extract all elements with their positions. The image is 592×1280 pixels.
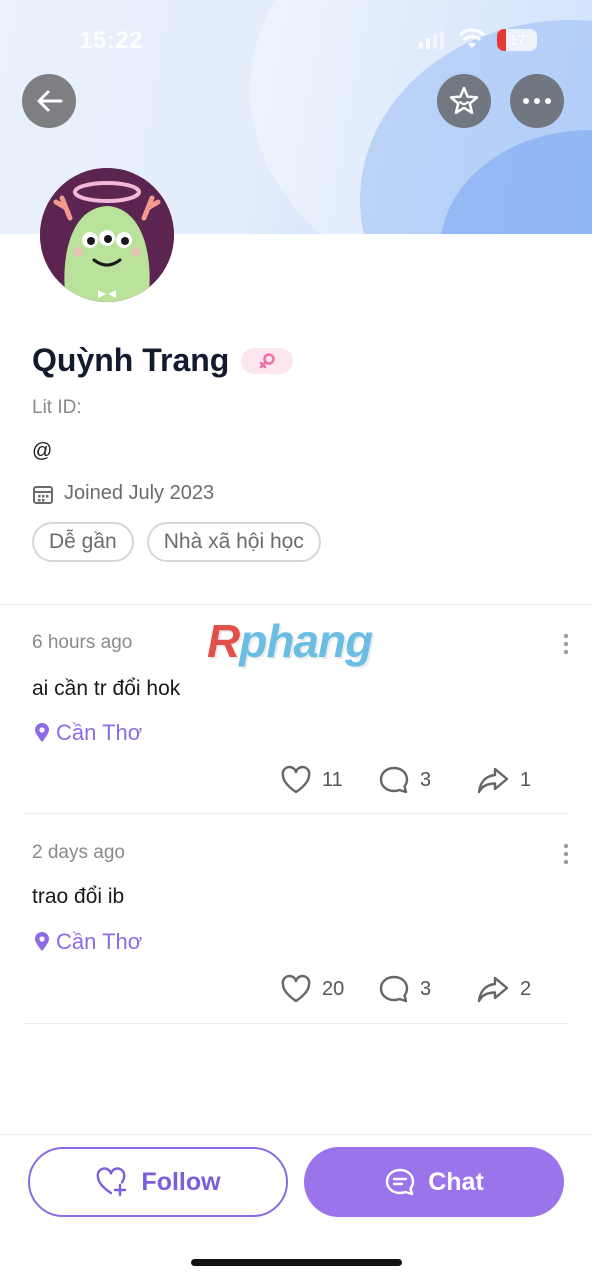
comment-button[interactable]: 3 [378, 974, 476, 1004]
like-count: 20 [322, 977, 345, 1000]
comment-icon [379, 975, 409, 1003]
avatar[interactable] [40, 168, 174, 302]
comment-count: 3 [420, 768, 432, 791]
post-location[interactable]: Cần Thơ [34, 720, 142, 746]
calendar-icon [33, 485, 53, 504]
profile-name: Quỳnh Trang [32, 342, 230, 378]
post-more-icon[interactable] [562, 633, 570, 655]
more-icon [523, 98, 551, 104]
share-arrow-icon [477, 976, 509, 1003]
profile-name-row: Quỳnh Trang [32, 342, 294, 379]
chat-label: Chat [428, 1167, 484, 1196]
profile-tag[interactable]: Dễ gần [32, 522, 134, 562]
post-divider [24, 813, 568, 814]
wifi-icon [458, 28, 486, 48]
profile-tags: Dễ gần Nhà xã hội học [32, 522, 334, 562]
female-gender-icon [260, 352, 276, 368]
comment-count: 3 [420, 977, 432, 1000]
chat-bubble-icon [386, 1168, 415, 1196]
battery-percent: 17 [509, 31, 526, 49]
profile-tag[interactable]: Nhà xã hội học [146, 522, 321, 562]
location-label: Cần Thơ [56, 929, 143, 954]
follow-label: Follow [141, 1167, 221, 1196]
post-time: 2 days ago [32, 842, 125, 863]
monster-avatar-image [40, 168, 174, 302]
heart-icon [281, 974, 311, 1003]
post-text: ai cần tr đổi hok [32, 677, 181, 700]
star-icon [449, 86, 479, 115]
comment-button[interactable]: 3 [378, 765, 476, 795]
post-time: 6 hours ago [32, 632, 133, 653]
share-button[interactable]: 1 [476, 765, 531, 795]
joined-date-row: Joined July 2023 [32, 482, 214, 505]
like-count: 11 [322, 768, 343, 791]
more-options-button[interactable] [510, 74, 564, 128]
status-bar: 15:22 17 [0, 0, 592, 80]
heart-icon [281, 765, 311, 794]
joined-date: Joined July 2023 [64, 482, 215, 504]
post-text: trao đổi ib [32, 885, 125, 908]
battery-indicator: 17 [497, 29, 537, 51]
share-arrow-icon [477, 767, 509, 794]
follow-button[interactable]: Follow [28, 1147, 288, 1217]
gender-badge [241, 347, 294, 374]
home-indicator [191, 1259, 402, 1266]
back-button[interactable] [22, 74, 76, 128]
cellular-signal-icon [419, 31, 444, 49]
post-item[interactable]: 6 hours ago ai cần tr đổi hok Cần Thơ 11… [0, 605, 592, 815]
share-count: 1 [520, 768, 532, 791]
post-divider [24, 1023, 568, 1024]
like-button[interactable]: 11 [280, 765, 378, 795]
chat-button[interactable]: Chat [304, 1147, 564, 1217]
back-arrow-icon [37, 90, 63, 112]
post-stats: 11 3 1 [280, 765, 531, 795]
post-location[interactable]: Cần Thơ [34, 929, 142, 955]
battery-fill [497, 29, 506, 51]
location-pin-icon [35, 932, 49, 951]
share-count: 2 [520, 977, 532, 1000]
comment-icon [379, 766, 409, 794]
like-button[interactable]: 20 [280, 974, 378, 1004]
post-item[interactable]: 2 days ago trao đổi ib Cần Thơ 20 3 2 [0, 815, 592, 1025]
post-stats: 20 3 2 [280, 974, 531, 1004]
share-button[interactable]: 2 [476, 974, 531, 1004]
post-more-icon[interactable] [562, 843, 570, 865]
location-pin-icon [35, 723, 49, 742]
location-label: Cần Thơ [56, 720, 143, 745]
heart-plus-icon [97, 1167, 127, 1197]
user-handle: @ [32, 440, 53, 462]
status-time: 15:22 [79, 27, 143, 54]
lit-id: Lit ID: [32, 397, 82, 418]
favorite-button[interactable] [437, 74, 491, 128]
